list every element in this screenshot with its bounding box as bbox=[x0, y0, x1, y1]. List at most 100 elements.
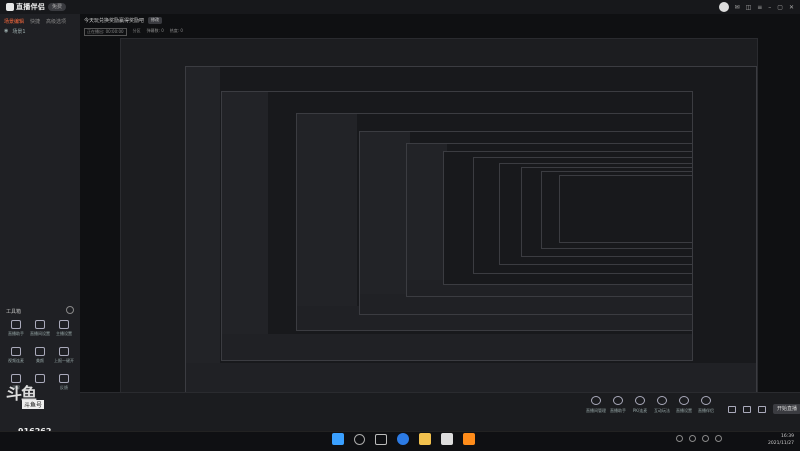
interact-button[interactable]: 互动玩法 bbox=[654, 396, 670, 414]
toolbox-grid: 直播助手 直播间设置 主播设置 视频连麦 美颜 上报一键开 录屏 反馈 bbox=[4, 320, 76, 391]
tab-scene-edit[interactable]: 场景编辑 bbox=[4, 18, 24, 25]
recursive-sidebar bbox=[186, 67, 220, 393]
recursive-bottombar bbox=[222, 334, 692, 360]
record-icon bbox=[11, 374, 21, 383]
menu-icon[interactable]: ≡ bbox=[757, 4, 762, 11]
room-title-bar: 今天玩兑换奖励赢得奖励吧 修改 bbox=[84, 17, 163, 24]
logo-icon bbox=[6, 3, 14, 11]
tool-video-link[interactable]: 视频连麦 bbox=[4, 347, 28, 364]
tool-feedback[interactable]: 反馈 bbox=[52, 374, 76, 391]
btool-label: PK/连麦 bbox=[632, 408, 648, 413]
room-meta: 正在播出: 00:00:00 分区 弹幕数: 0 热度: 0 bbox=[84, 28, 183, 36]
recursive-sidebar bbox=[407, 144, 447, 296]
window-controls: ✉ ◫ ≡ – ▢ ✕ bbox=[718, 2, 794, 12]
task-view-icon[interactable] bbox=[375, 433, 387, 445]
btool-label: 直播间管理 bbox=[586, 408, 606, 413]
tool-label: 直播助手 bbox=[8, 331, 24, 336]
mic-icon[interactable] bbox=[743, 405, 751, 413]
tool-label: 美颜 bbox=[36, 358, 44, 363]
room-title: 今天玩兑换奖励赢得奖励吧 bbox=[84, 18, 145, 24]
start-live-button[interactable]: 开始直播 bbox=[773, 404, 800, 414]
battery-icon[interactable] bbox=[715, 435, 722, 442]
tab-advanced[interactable]: 高级选项 bbox=[46, 18, 66, 25]
toolbox-title: 工具箱 bbox=[6, 309, 22, 315]
toolbox-settings-icon[interactable] bbox=[66, 306, 74, 314]
scene-label: 场景1 bbox=[12, 29, 26, 35]
tab-quick[interactable]: 快捷 bbox=[30, 18, 40, 25]
meta-category[interactable]: 分区 bbox=[133, 28, 141, 36]
title-bar: 直播伴侣 免费 ✉ ◫ ≡ – ▢ ✕ bbox=[0, 0, 800, 14]
room-manage-button[interactable]: 直播间管理 bbox=[586, 396, 606, 414]
tool-label: 直播间设置 bbox=[30, 331, 50, 336]
live-helper-icon bbox=[11, 320, 21, 329]
camera-icon[interactable] bbox=[758, 405, 766, 413]
meta-danmu: 弹幕数: 0 bbox=[146, 28, 164, 33]
volume-icon[interactable] bbox=[702, 435, 709, 442]
anchor-settings-icon bbox=[59, 320, 69, 329]
settings-icon bbox=[679, 396, 689, 405]
app-icon[interactable] bbox=[463, 433, 475, 445]
stream-preview[interactable] bbox=[120, 38, 758, 395]
recursive-sidebar bbox=[222, 92, 268, 360]
app-title: 直播伴侣 bbox=[16, 3, 46, 11]
brand-small: 斗鱼号 bbox=[22, 400, 45, 409]
mail-icon[interactable]: ✉ bbox=[735, 4, 740, 11]
taskbar-apps bbox=[332, 433, 475, 445]
minimize-icon[interactable]: – bbox=[768, 4, 771, 11]
partner-icon bbox=[701, 396, 711, 405]
tool-label: 上报一键开 bbox=[54, 358, 74, 363]
app-window: 直播伴侣 免费 ✉ ◫ ≡ – ▢ ✕ 场景编辑 快捷 高级选项 ◉ 场景1 工… bbox=[0, 0, 800, 436]
feedback-icon bbox=[59, 374, 69, 383]
tool-room-settings[interactable]: 直播间设置 bbox=[28, 320, 52, 337]
report-icon bbox=[59, 347, 69, 356]
edit-title-button[interactable]: 修改 bbox=[148, 17, 163, 24]
tool-label: 主播设置 bbox=[56, 331, 72, 336]
pk-icon bbox=[635, 396, 645, 405]
clock-time: 16:39 bbox=[780, 434, 794, 439]
avatar[interactable] bbox=[718, 2, 729, 12]
sidebar-tabs: 场景编辑 快捷 高级选项 bbox=[4, 18, 66, 25]
meta-live-time: 正在播出: 00:00:00 bbox=[84, 28, 127, 36]
clock-date: 2021/11/27 bbox=[768, 441, 794, 446]
tool-beauty[interactable]: 美颜 bbox=[28, 347, 52, 364]
beauty-icon bbox=[35, 347, 45, 356]
tool-report[interactable]: 上报一键开 bbox=[52, 347, 76, 364]
settings-button[interactable]: 直播设置 bbox=[676, 396, 692, 414]
windows-start-icon[interactable] bbox=[332, 433, 344, 445]
maximize-icon[interactable]: ▢ bbox=[777, 4, 783, 11]
douyu-logo: 斗鱼 斗鱼号 bbox=[6, 386, 50, 422]
browser-icon[interactable] bbox=[397, 433, 409, 445]
assistant-button[interactable]: 直播助手 bbox=[610, 396, 626, 414]
store-icon[interactable] bbox=[441, 433, 453, 445]
btool-label: 直播助手 bbox=[610, 408, 626, 413]
taskbar-clock[interactable]: 16:39 2021/11/27 bbox=[768, 433, 794, 447]
btool-label: 互动玩法 bbox=[654, 408, 670, 413]
recursive-sidebar bbox=[360, 132, 410, 314]
tray-arrow-icon[interactable] bbox=[676, 435, 683, 442]
scene-item[interactable]: ◉ 场景1 bbox=[4, 28, 26, 35]
eye-icon[interactable]: ◉ bbox=[4, 28, 8, 35]
tool-label: 反馈 bbox=[60, 385, 68, 390]
version-badge[interactable]: 免费 bbox=[48, 3, 67, 11]
search-icon[interactable] bbox=[354, 433, 365, 445]
bottom-tools: 直播间管理 直播助手 PK/连麦 互动玩法 直播设置 直播伴侣 bbox=[586, 396, 714, 414]
tool-anchor-settings[interactable]: 主播设置 bbox=[52, 320, 76, 337]
close-icon[interactable]: ✕ bbox=[789, 4, 794, 11]
video-link-icon bbox=[11, 347, 21, 356]
tool-live-helper[interactable]: 直播助手 bbox=[4, 320, 28, 337]
recursive-bottombar bbox=[186, 363, 756, 393]
speaker-icon[interactable] bbox=[728, 405, 736, 413]
recursive-bottombar bbox=[360, 294, 692, 314]
network-icon[interactable] bbox=[689, 435, 696, 442]
pk-button[interactable]: PK/连麦 bbox=[632, 396, 648, 414]
recursive-sidebar bbox=[297, 114, 357, 330]
meta-heat: 热度: 0 bbox=[169, 28, 183, 33]
partner-button[interactable]: 直播伴侣 bbox=[698, 396, 714, 414]
btool-label: 直播设置 bbox=[676, 408, 692, 413]
gift-icon[interactable]: ◫ bbox=[746, 4, 752, 11]
interact-icon bbox=[657, 396, 667, 405]
explorer-icon[interactable] bbox=[419, 433, 431, 445]
bottom-right-controls: 开始直播 bbox=[728, 404, 800, 414]
assistant-icon bbox=[613, 396, 623, 405]
blank-icon bbox=[35, 374, 45, 383]
